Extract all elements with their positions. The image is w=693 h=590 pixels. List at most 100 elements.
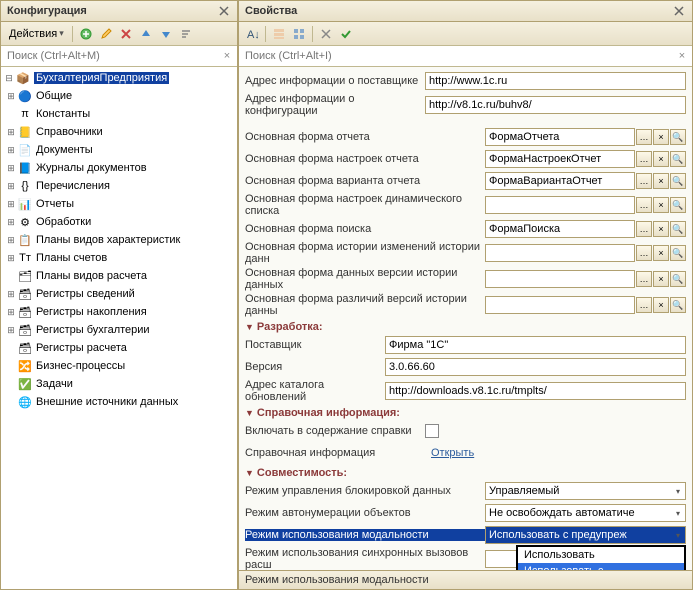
prop-input[interactable] — [485, 220, 635, 238]
tree-item[interactable]: ⊞📊Отчеты — [1, 195, 237, 213]
tree-item[interactable]: ⊞📒Справочники — [1, 123, 237, 141]
tree-item[interactable]: 🗂Планы видов расчета — [1, 267, 237, 285]
props-search-input[interactable] — [241, 48, 674, 64]
grid-icon[interactable] — [290, 25, 308, 43]
prop-input[interactable] — [485, 128, 635, 146]
prop-select[interactable]: Не освобождать автоматиче▾ — [485, 504, 686, 522]
expander-icon[interactable]: ⊞ — [5, 252, 17, 264]
ellipsis-button[interactable]: … — [636, 245, 652, 261]
delete-icon[interactable] — [117, 25, 135, 43]
expander-icon[interactable]: ⊞ — [5, 306, 17, 318]
prop-input[interactable] — [485, 150, 635, 168]
expander-icon[interactable]: ⊞ — [5, 324, 17, 336]
expander-icon[interactable] — [5, 270, 17, 282]
section-compat[interactable]: ▼ Совместимость: — [245, 467, 686, 479]
magnify-button[interactable]: 🔍 — [670, 151, 686, 167]
section-dev[interactable]: ▼ Разработка: — [245, 321, 686, 333]
prop-input[interactable] — [485, 296, 635, 314]
tree-item[interactable]: ⊞📘Журналы документов — [1, 159, 237, 177]
magnify-button[interactable]: 🔍 — [670, 221, 686, 237]
chevron-down-icon[interactable]: ▾ — [674, 531, 682, 540]
clear-button[interactable]: × — [653, 129, 669, 145]
help-include-checkbox[interactable] — [425, 424, 439, 438]
tree-item[interactable]: ⊞{}Перечисления — [1, 177, 237, 195]
ellipsis-button[interactable]: … — [636, 297, 652, 313]
tree-item[interactable]: ⊞🗃Регистры сведений — [1, 285, 237, 303]
tree-item[interactable]: ⊞📋Планы видов характеристик — [1, 231, 237, 249]
help-open-link[interactable]: Открыть — [431, 447, 474, 459]
expander-icon[interactable] — [5, 360, 17, 372]
expander-icon[interactable] — [5, 378, 17, 390]
modality-dropdown[interactable]: ИспользоватьИспользовать с предупрежде..… — [516, 545, 686, 570]
up-icon[interactable] — [137, 25, 155, 43]
ellipsis-button[interactable]: … — [636, 221, 652, 237]
prop-input[interactable] — [485, 196, 635, 214]
minus-icon[interactable]: ⊟ — [3, 72, 15, 84]
magnify-button[interactable]: 🔍 — [670, 245, 686, 261]
dropdown-item[interactable]: Использовать с предупрежде... — [518, 563, 684, 570]
chevron-down-icon[interactable]: ▾ — [674, 487, 682, 496]
ellipsis-button[interactable]: … — [636, 129, 652, 145]
clear-button[interactable]: × — [653, 297, 669, 313]
x-icon[interactable] — [317, 25, 335, 43]
ellipsis-button[interactable]: … — [636, 173, 652, 189]
tree-item[interactable]: ⊞📄Документы — [1, 141, 237, 159]
expander-icon[interactable]: ⊞ — [5, 198, 17, 210]
sort-icon[interactable] — [177, 25, 195, 43]
expander-icon[interactable]: ⊞ — [5, 126, 17, 138]
tree-root[interactable]: ⊟ 📦 БухгалтерияПредприятия — [1, 69, 237, 87]
expander-icon[interactable]: ⊞ — [5, 216, 17, 228]
clear-button[interactable]: × — [653, 173, 669, 189]
prop-select[interactable]: Использовать с предупреж▾ — [485, 526, 686, 544]
ellipsis-button[interactable]: … — [636, 151, 652, 167]
clear-search-icon[interactable]: × — [674, 48, 690, 64]
sort-alpha-icon[interactable]: A↓ — [243, 25, 261, 43]
tree-item[interactable]: 🌐Внешние источники данных — [1, 393, 237, 411]
prop-input[interactable] — [485, 172, 635, 190]
expander-icon[interactable]: ⊞ — [5, 162, 17, 174]
check-icon[interactable] — [337, 25, 355, 43]
tree-item[interactable]: ✅Задачи — [1, 375, 237, 393]
tree-item[interactable]: 🔀Бизнес-процессы — [1, 357, 237, 375]
clear-button[interactable]: × — [653, 221, 669, 237]
expander-icon[interactable] — [5, 342, 17, 354]
tree-item[interactable]: ⊞⚙Обработки — [1, 213, 237, 231]
clear-button[interactable]: × — [653, 245, 669, 261]
prop-select[interactable]: Управляемый▾ — [485, 482, 686, 500]
prop-input[interactable] — [385, 358, 686, 376]
edit-icon[interactable] — [97, 25, 115, 43]
expander-icon[interactable]: ⊞ — [5, 288, 17, 300]
tree-item[interactable]: ⊞🔵Общие — [1, 87, 237, 105]
close-icon[interactable] — [672, 4, 686, 18]
config-tree[interactable]: ⊟ 📦 БухгалтерияПредприятия ⊞🔵ОбщиеπКонст… — [1, 67, 237, 589]
prop-input[interactable] — [425, 96, 686, 114]
actions-menu[interactable]: Действия ▾ — [5, 26, 68, 42]
config-search-input[interactable] — [3, 48, 219, 64]
section-help[interactable]: ▼ Справочная информация: — [245, 407, 686, 419]
prop-input[interactable] — [485, 270, 635, 288]
prop-input[interactable] — [425, 72, 686, 90]
expander-icon[interactable] — [5, 396, 17, 408]
expander-icon[interactable]: ⊞ — [5, 144, 17, 156]
dropdown-item[interactable]: Использовать — [518, 547, 684, 563]
clear-button[interactable]: × — [653, 197, 669, 213]
tree-item[interactable]: πКонстанты — [1, 105, 237, 123]
clear-button[interactable]: × — [653, 151, 669, 167]
prop-input[interactable] — [385, 336, 686, 354]
prop-input[interactable] — [385, 382, 686, 400]
magnify-button[interactable]: 🔍 — [670, 129, 686, 145]
tree-item[interactable]: ⊞🗃Регистры накопления — [1, 303, 237, 321]
add-icon[interactable] — [77, 25, 95, 43]
close-icon[interactable] — [217, 4, 231, 18]
expander-icon[interactable]: ⊞ — [5, 234, 17, 246]
magnify-button[interactable]: 🔍 — [670, 271, 686, 287]
tree-item[interactable]: ⊞ТтПланы счетов — [1, 249, 237, 267]
ellipsis-button[interactable]: … — [636, 197, 652, 213]
ellipsis-button[interactable]: … — [636, 271, 652, 287]
down-icon[interactable] — [157, 25, 175, 43]
expander-icon[interactable]: ⊞ — [5, 90, 17, 102]
magnify-button[interactable]: 🔍 — [670, 173, 686, 189]
chevron-down-icon[interactable]: ▾ — [674, 509, 682, 518]
magnify-button[interactable]: 🔍 — [670, 297, 686, 313]
tree-item[interactable]: ⊞🗃Регистры бухгалтерии — [1, 321, 237, 339]
